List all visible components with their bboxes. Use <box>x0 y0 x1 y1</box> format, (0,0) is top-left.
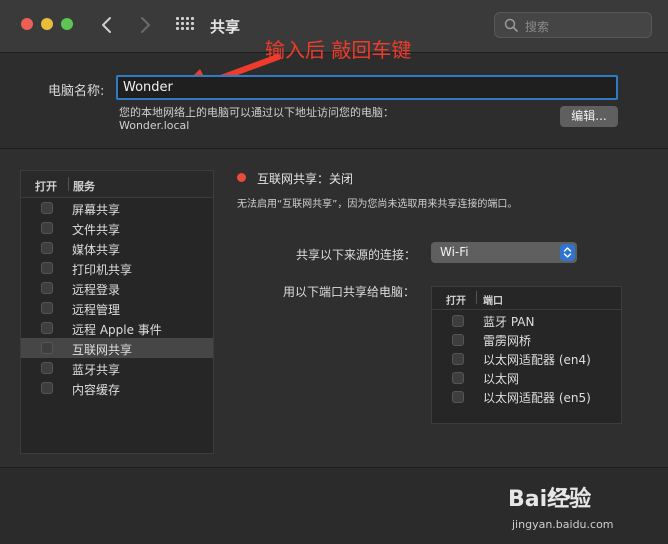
port-label: 以太网 <box>483 372 520 386</box>
column-separator <box>476 291 477 304</box>
service-label: 屏幕共享 <box>72 203 121 217</box>
service-label: 内容缓存 <box>72 383 121 397</box>
status-text: 互联网共享：关闭 <box>257 172 354 186</box>
ports-table-header: 打开 端口 <box>432 287 621 310</box>
service-label: 文件共享 <box>72 223 121 237</box>
status-indicator-icon <box>237 173 246 182</box>
service-row-remote-login[interactable]: 远程登录 <box>21 278 213 298</box>
column-separator <box>68 177 69 191</box>
watermark-url: jingyan.baidu.com <box>512 518 614 531</box>
source-connection-value: Wi-Fi <box>440 245 469 259</box>
services-table[interactable]: 打开 服务 屏幕共享 文件共享 媒体共享 打印机共享 远程登录 远程管理 远程 … <box>20 170 214 454</box>
service-checkbox[interactable] <box>41 302 53 314</box>
port-label: 以太网适配器 (en5) <box>483 391 591 405</box>
service-checkbox[interactable] <box>41 382 53 394</box>
chevron-right-icon <box>141 17 150 33</box>
service-row-printer-sharing[interactable]: 打印机共享 <box>21 258 213 278</box>
service-row-screen-sharing[interactable]: 屏幕共享 <box>21 198 213 218</box>
popup-arrows-icon <box>560 244 575 261</box>
service-label: 远程管理 <box>72 303 121 317</box>
service-checkbox[interactable] <box>41 202 53 214</box>
service-label: 互联网共享 <box>72 343 133 357</box>
port-row-bluetooth-pan[interactable]: 蓝牙 PAN <box>432 311 621 330</box>
back-button[interactable] <box>96 14 118 36</box>
show-all-grid-icon[interactable] <box>176 17 194 35</box>
port-checkbox[interactable] <box>452 391 464 403</box>
local-address-description: 您的本地网络上的电脑可以通过以下地址访问您的电脑： <box>119 106 394 119</box>
port-row-ethernet-en4[interactable]: 以太网适配器 (en4) <box>432 349 621 368</box>
minimize-window-button[interactable] <box>41 18 53 30</box>
column-header-port: 端口 <box>483 296 503 307</box>
service-label: 远程 Apple 事件 <box>72 323 162 337</box>
chevron-left-icon <box>102 17 111 33</box>
port-checkbox[interactable] <box>452 315 464 327</box>
port-label: 雷雳网桥 <box>483 334 532 348</box>
service-row-remote-management[interactable]: 远程管理 <box>21 298 213 318</box>
port-row-ethernet[interactable]: 以太网 <box>432 368 621 387</box>
column-header-open: 打开 <box>35 180 57 193</box>
port-checkbox[interactable] <box>452 353 464 365</box>
sharing-window: 共享 搜索 输入后 敲回车键 电脑名称: 您的本地网络上的电脑可以通过以下地址访… <box>0 0 668 544</box>
edit-button[interactable]: 编辑... <box>560 106 618 127</box>
service-label: 媒体共享 <box>72 243 121 257</box>
port-checkbox[interactable] <box>452 372 464 384</box>
service-checkbox[interactable] <box>41 342 53 354</box>
service-label: 远程登录 <box>72 283 121 297</box>
computer-name-label: 电脑名称: <box>48 84 105 99</box>
share-to-ports-label: 用以下端口共享给电脑： <box>283 285 416 299</box>
svg-text:Bai经验: Bai经验 <box>508 486 591 512</box>
close-window-button[interactable] <box>21 18 33 30</box>
port-label: 蓝牙 PAN <box>483 315 535 329</box>
service-row-internet-sharing[interactable]: 互联网共享 <box>21 338 213 358</box>
port-label: 以太网适配器 (en4) <box>483 353 591 367</box>
search-icon <box>504 18 518 32</box>
service-label: 打印机共享 <box>72 263 133 277</box>
service-checkbox[interactable] <box>41 242 53 254</box>
services-table-header: 打开 服务 <box>21 171 213 198</box>
status-description: 无法启用“互联网共享”，因为您尚未选取用来共享连接的端口。 <box>237 199 518 210</box>
service-row-content-caching[interactable]: 内容缓存 <box>21 378 213 398</box>
port-row-thunderbolt-bridge[interactable]: 雷雳网桥 <box>432 330 621 349</box>
service-label: 蓝牙共享 <box>72 363 121 377</box>
port-row-ethernet-en5[interactable]: 以太网适配器 (en5) <box>432 387 621 406</box>
baidu-jingyan-logo: Bai经验 <box>508 486 591 512</box>
window-title: 共享 <box>210 18 241 36</box>
local-address: Wonder.local <box>119 119 190 132</box>
service-row-bluetooth-sharing[interactable]: 蓝牙共享 <box>21 358 213 378</box>
port-checkbox[interactable] <box>452 334 464 346</box>
source-connection-select[interactable]: Wi-Fi <box>431 242 577 263</box>
column-header-service: 服务 <box>73 180 95 193</box>
computer-name-input[interactable] <box>116 75 618 100</box>
search-placeholder: 搜索 <box>525 20 550 34</box>
forward-button[interactable] <box>134 14 156 36</box>
ports-table[interactable]: 打开 端口 蓝牙 PAN 雷雳网桥 以太网适配器 (en4) 以太网 以太网适配… <box>431 286 622 424</box>
service-checkbox[interactable] <box>41 282 53 294</box>
service-checkbox[interactable] <box>41 222 53 234</box>
service-checkbox[interactable] <box>41 362 53 374</box>
search-field[interactable]: 搜索 <box>494 12 652 38</box>
service-checkbox[interactable] <box>41 262 53 274</box>
source-connection-label: 共享以下来源的连接： <box>296 248 417 262</box>
service-row-file-sharing[interactable]: 文件共享 <box>21 218 213 238</box>
service-checkbox[interactable] <box>41 322 53 334</box>
service-row-media-sharing[interactable]: 媒体共享 <box>21 238 213 258</box>
zoom-window-button[interactable] <box>61 18 73 30</box>
service-row-remote-apple-events[interactable]: 远程 Apple 事件 <box>21 318 213 338</box>
column-header-open: 打开 <box>446 296 466 307</box>
